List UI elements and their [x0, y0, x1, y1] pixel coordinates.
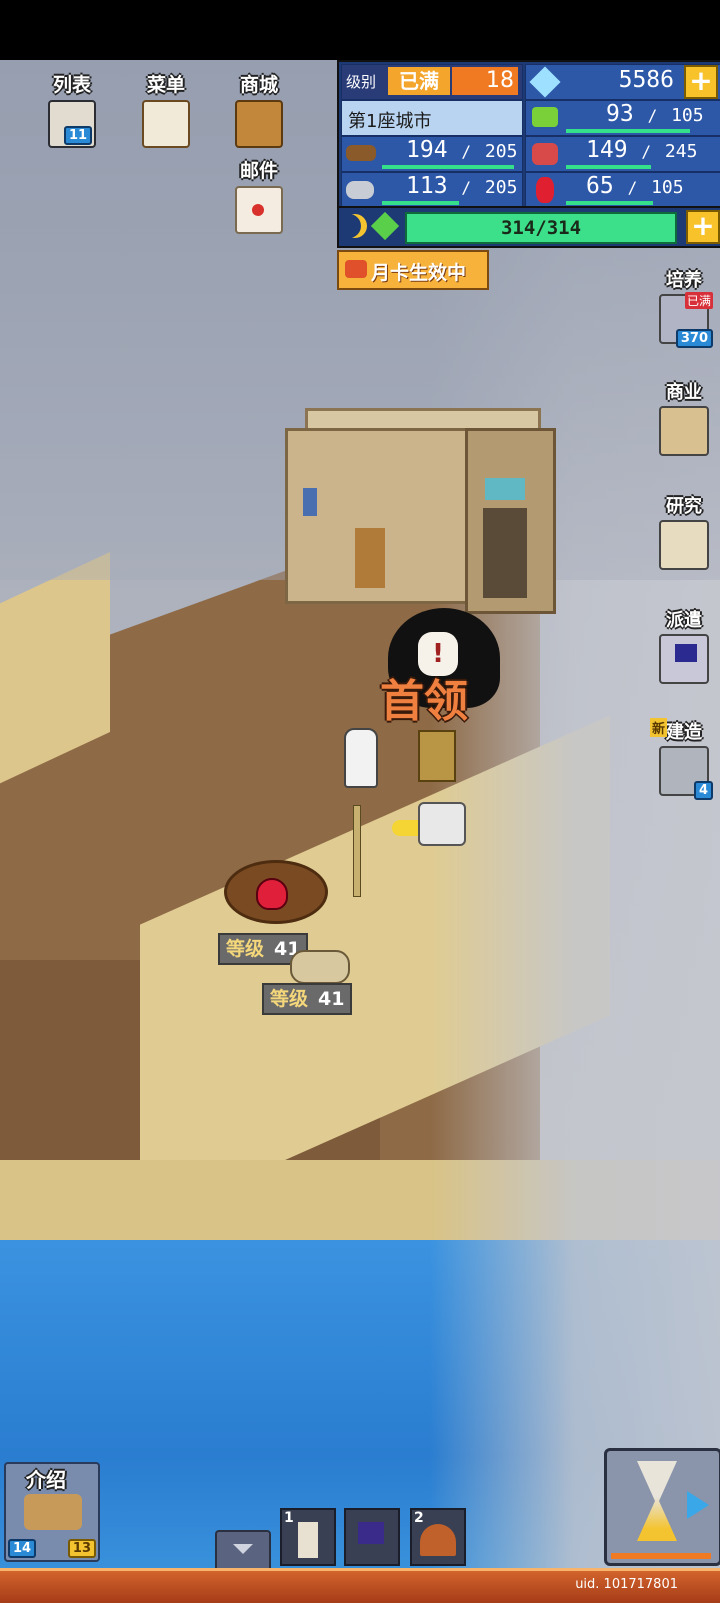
mail-button[interactable]: 邮件 [227, 160, 291, 240]
intro-left-badge: 14 [8, 1539, 37, 1558]
wood-progress-bar [382, 165, 514, 169]
green-gem-icon [370, 211, 400, 241]
menu-button[interactable]: 菜单 [134, 74, 198, 154]
enemy-level-tag: 等级 41 [262, 983, 353, 1015]
commerce-button[interactable]: 商业 [654, 378, 714, 456]
grass-value: 93 / 105 [606, 101, 704, 127]
livestock-icon [532, 143, 558, 165]
pointing-hand-icon [344, 728, 378, 788]
intro-button[interactable]: 介绍 14 13 [4, 1462, 100, 1562]
wood-cell[interactable]: 194 / 205 [341, 136, 523, 172]
shop-button[interactable]: 商城 [227, 74, 291, 154]
shop-house-icon [659, 406, 709, 456]
gem-progress-bar [566, 201, 653, 205]
month-card-banner[interactable]: 月卡生效中 [337, 250, 489, 290]
city-name-cell[interactable]: 第1座城市 [341, 100, 523, 136]
new-tag: 新 [650, 718, 668, 737]
flag-pole[interactable] [353, 805, 361, 897]
research-book-icon [659, 520, 709, 570]
hourglass-icon [637, 1461, 677, 1541]
list-count-badge: 11 [64, 126, 93, 145]
ship-icon [24, 1494, 82, 1530]
list-button[interactable]: 列表 11 [40, 74, 104, 154]
diamond-cell[interactable]: 5586 + [525, 64, 720, 100]
slot-tower[interactable]: 1 [280, 1508, 336, 1566]
livestock-value: 149 / 245 [586, 137, 698, 163]
build-button[interactable]: 新 建造 4 [650, 718, 714, 800]
red-slime-enemy[interactable] [256, 878, 288, 910]
hammer-icon: 4 [659, 746, 713, 800]
ore-icon [346, 181, 374, 199]
time-skip-button[interactable] [604, 1448, 720, 1566]
ore-cell[interactable]: 113 / 205 [341, 172, 523, 208]
cave-icon [420, 1524, 456, 1556]
collapse-button[interactable] [215, 1530, 271, 1570]
signboard-icon [142, 100, 190, 148]
training-button[interactable]: 培养 已满 370 [654, 266, 714, 348]
dispatch-flag-icon [358, 1522, 384, 1544]
dispatch-flag-icon [659, 634, 709, 684]
add-diamonds-button[interactable]: + [684, 65, 718, 99]
boss-label: 首领 [380, 676, 468, 727]
chevron-down-icon [233, 1544, 253, 1554]
add-energy-button[interactable]: + [686, 210, 720, 244]
research-button[interactable]: 研究 [654, 492, 714, 570]
training-icon: 已满 370 [659, 292, 713, 348]
wood-log-icon [346, 145, 376, 161]
slot-flag[interactable] [344, 1508, 400, 1566]
grass-progress-bar [566, 129, 690, 133]
tower-icon [298, 1522, 318, 1558]
uid-label: uid. 101717801 [575, 1577, 678, 1592]
time-progress-bar [611, 1553, 711, 1559]
intro-right-badge: 13 [67, 1539, 96, 1558]
energy-progress-bar: 314/314 [405, 212, 677, 244]
red-gem-icon [536, 177, 554, 203]
livestock-progress-bar [566, 165, 651, 169]
ore-progress-bar [382, 201, 459, 205]
gem-value: 65 / 105 [586, 173, 684, 199]
dispatch-button[interactable]: 派遣 [654, 606, 714, 684]
energy-row: 314/314 + [337, 206, 720, 248]
scroll-list-icon: 11 [48, 100, 96, 148]
envelope-icon [235, 186, 283, 234]
livestock-cell[interactable]: 149 / 245 [525, 136, 720, 172]
crown-icon [345, 260, 367, 278]
rank-cell[interactable]: 级别 已满 18 [341, 64, 523, 100]
grass-cell[interactable]: 93 / 105 [525, 100, 720, 136]
diamond-icon [529, 66, 561, 98]
ore-value: 113 / 205 [406, 173, 518, 199]
boss-character[interactable] [418, 730, 456, 782]
fast-forward-icon [687, 1491, 709, 1519]
resource-panel: 级别 已满 18 5586 + 第1座城市 93 / 105 194 / 205… [337, 60, 720, 212]
stone-castle[interactable] [285, 368, 556, 618]
wood-value: 194 / 205 [406, 137, 518, 163]
status-bar [0, 0, 720, 60]
moon-icon [343, 214, 367, 238]
grass-icon [532, 107, 558, 127]
treasure-chest-icon [235, 100, 283, 148]
skeleton-unit[interactable] [392, 802, 468, 848]
sand-creature[interactable] [290, 950, 350, 984]
gem-cell[interactable]: 65 / 105 [525, 172, 720, 208]
slot-cave[interactable]: 2 [410, 1508, 466, 1566]
